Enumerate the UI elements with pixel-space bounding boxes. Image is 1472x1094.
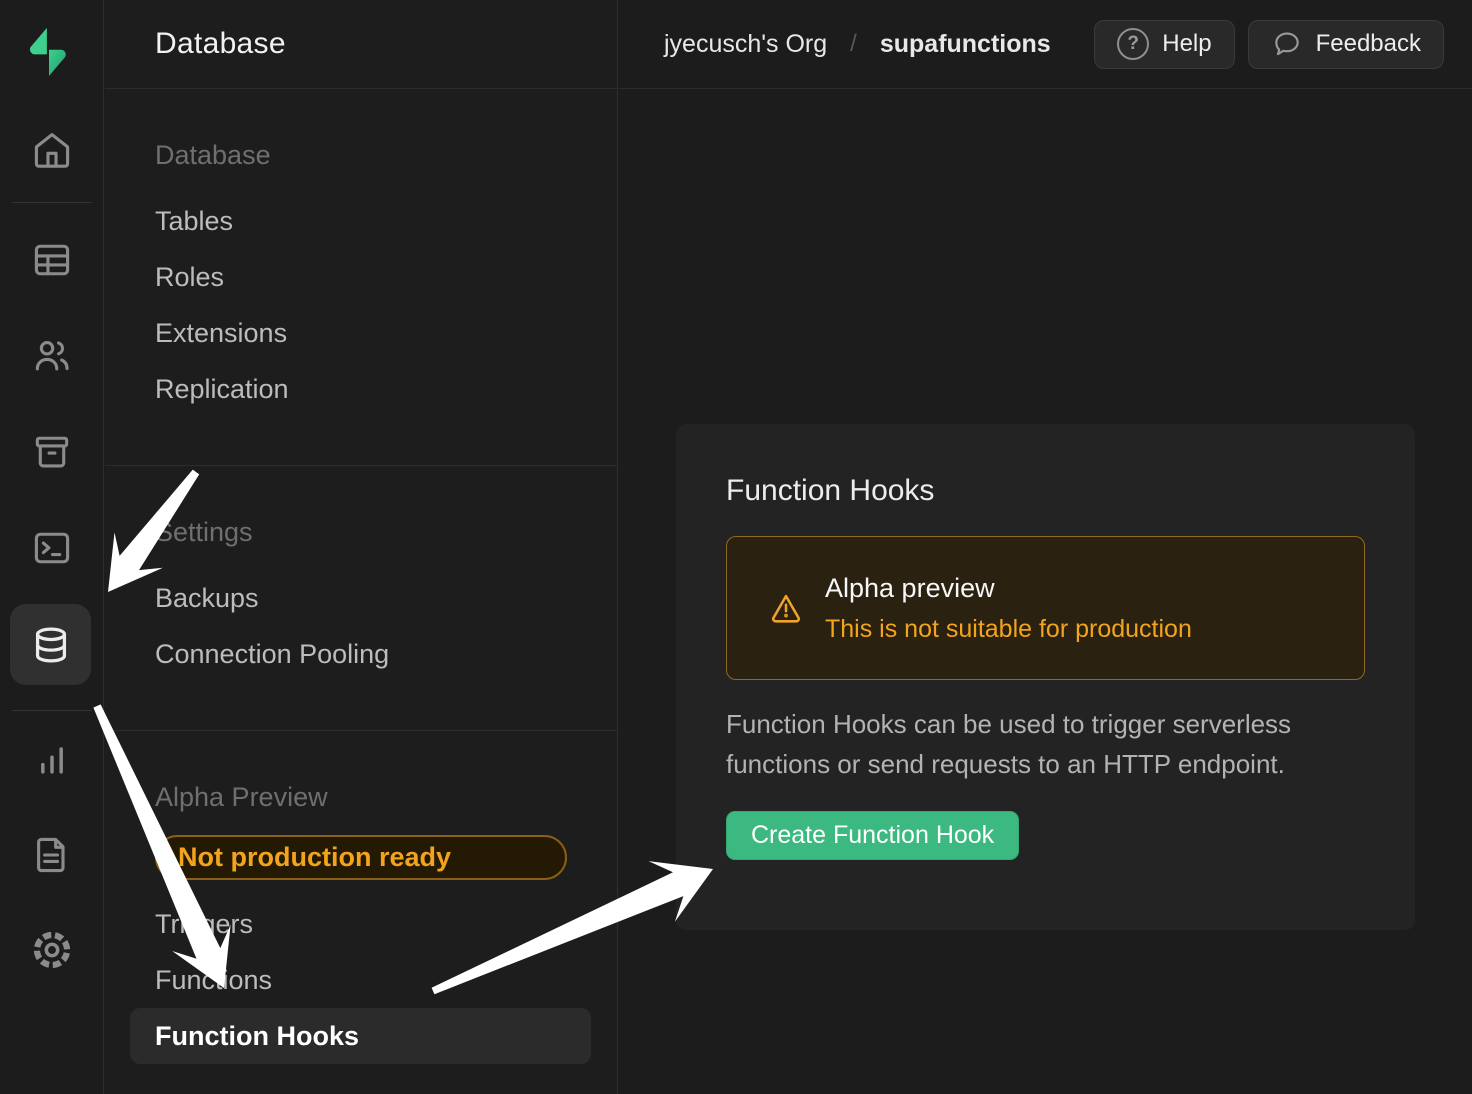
sidebar-item-backups[interactable]: Backups (105, 570, 617, 626)
supabase-logo-icon[interactable] (12, 12, 92, 92)
main-header: jyecusch's Org / supafunctions ? Help Fe… (619, 0, 1472, 89)
sidebar-section-alpha-preview: Alpha Preview Not production ready Trigg… (105, 731, 617, 1094)
function-hooks-card: Function Hooks Alpha preview This is not… (676, 424, 1415, 930)
sidebar-title: Database (155, 27, 286, 61)
alert-texts: Alpha preview This is not suitable for p… (825, 573, 1192, 644)
sidebar-item-tables[interactable]: Tables (105, 193, 617, 249)
sidebar-item-roles[interactable]: Roles (105, 249, 617, 305)
feedback-label: Feedback (1316, 30, 1421, 58)
main-area: jyecusch's Org / supafunctions ? Help Fe… (619, 0, 1472, 1094)
sidebar-item-replication[interactable]: Replication (105, 361, 617, 417)
section-label: Database (105, 131, 617, 179)
breadcrumb: jyecusch's Org / supafunctions (664, 30, 1051, 59)
logs-icon[interactable] (28, 831, 76, 879)
breadcrumb-project[interactable]: supafunctions (880, 30, 1051, 59)
sidebar-section-settings: Settings Backups Connection Pooling (105, 466, 617, 731)
card-title: Function Hooks (726, 474, 1365, 508)
sidebar-item-function-hooks[interactable]: Function Hooks (130, 1008, 591, 1064)
sql-editor-icon[interactable] (28, 524, 76, 572)
sidebar-item-extensions[interactable]: Extensions (105, 305, 617, 361)
help-button[interactable]: ? Help (1094, 20, 1234, 69)
settings-gear-icon[interactable] (28, 926, 76, 974)
database-sidebar: Database Database Tables Roles Extension… (105, 0, 618, 1094)
icon-rail (0, 0, 104, 1094)
database-rail-icon[interactable] (10, 604, 91, 685)
alert-title: Alpha preview (825, 573, 1192, 604)
auth-users-icon[interactable] (28, 332, 76, 380)
breadcrumb-separator: / (850, 30, 857, 58)
home-icon[interactable] (28, 126, 76, 174)
section-label: Alpha Preview (105, 773, 617, 821)
storage-icon[interactable] (28, 428, 76, 476)
rail-divider (12, 202, 92, 203)
rail-divider (12, 710, 92, 711)
sidebar-item-connection-pooling[interactable]: Connection Pooling (105, 626, 617, 682)
sidebar-item-triggers[interactable]: Triggers (105, 896, 617, 952)
header-actions: ? Help Feedback (1094, 20, 1444, 69)
card-description: Function Hooks can be used to trigger se… (726, 704, 1365, 784)
alpha-preview-alert: Alpha preview This is not suitable for p… (726, 536, 1365, 680)
section-label: Settings (105, 508, 617, 556)
sidebar-item-functions[interactable]: Functions (105, 952, 617, 1008)
alert-subtitle: This is not suitable for production (825, 615, 1192, 644)
question-mark-icon: ? (1117, 28, 1149, 60)
create-function-hook-button[interactable]: Create Function Hook (726, 811, 1019, 860)
reports-icon[interactable] (28, 736, 76, 784)
not-production-ready-badge: Not production ready (155, 835, 567, 880)
sidebar-header: Database (105, 0, 617, 89)
feedback-button[interactable]: Feedback (1248, 20, 1444, 69)
help-label: Help (1162, 30, 1211, 58)
sidebar-section-database: Database Tables Roles Extensions Replica… (105, 89, 617, 466)
warning-triangle-icon (769, 591, 803, 625)
breadcrumb-org[interactable]: jyecusch's Org (664, 30, 827, 59)
database-icon (28, 622, 74, 668)
chat-bubble-icon (1271, 28, 1303, 60)
supabase-dashboard: Database Database Tables Roles Extension… (0, 0, 1472, 1094)
table-editor-icon[interactable] (28, 236, 76, 284)
